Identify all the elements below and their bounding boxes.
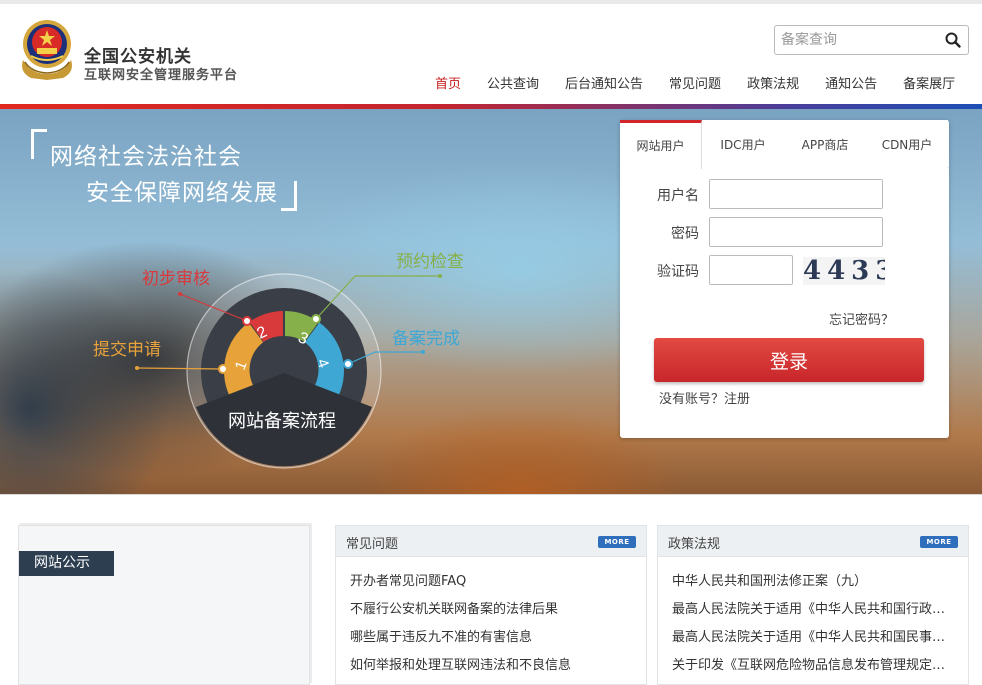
faq-link[interactable]: 开办者常见问题FAQ [350,574,466,589]
password-row: 密码 [620,217,949,247]
policy-link[interactable]: 最高人民法院关于适用《中华人民共和国行政诉讼法》的解释 [672,602,958,617]
list-item[interactable]: 如何举报和处理互联网违法和不良信息 [350,654,636,682]
main-nav: 首页 公共查询 后台通知公告 常见问题 政策法规 通知公告 备案展厅 [422,73,968,93]
step-3-label: 预约检查 [396,252,464,272]
faq-link[interactable]: 如何举报和处理互联网违法和不良信息 [350,658,571,673]
captcha-input[interactable] [709,255,793,285]
search-input[interactable] [775,26,935,54]
list-item[interactable]: 最高人民法院关于适用《中华人民共和国民事诉讼法》的解释 [672,626,958,654]
search-box [774,25,969,55]
policy-header: 政策法规 MORE [658,526,968,557]
faq-link[interactable]: 不履行公安机关联网备案的法律后果 [350,602,558,617]
tab-app-store[interactable]: APP商店 [784,120,866,168]
nav-policy[interactable]: 政策法规 [734,73,812,93]
flow-title: 网站备案流程 [228,411,336,432]
police-emblem-icon [22,20,72,80]
section-divider [0,494,982,495]
tab-cdn-user[interactable]: CDN用户 [866,120,948,168]
captcha-image[interactable]: 4433 [803,257,885,285]
list-item[interactable]: 哪些属于违反九不准的有害信息 [350,626,636,654]
login-panel: 网站用户 IDC用户 APP商店 CDN用户 用户名 密码 验证码 4433 忘… [620,120,949,438]
faq-panel: 常见问题 MORE 开办者常见问题FAQ 不履行公安机关联网备案的法律后果 哪些… [335,525,647,685]
list-item[interactable]: 中华人民共和国刑法修正案（九） [672,570,958,598]
user-type-tabs: 网站用户 IDC用户 APP商店 CDN用户 [620,120,949,169]
search-icon[interactable] [944,31,962,49]
list-item[interactable]: 开办者常见问题FAQ [350,570,636,598]
faq-more-button[interactable]: MORE [598,536,636,548]
policy-panel: 政策法规 MORE 中华人民共和国刑法修正案（九） 最高人民法院关于适用《中华人… [657,525,969,685]
username-row: 用户名 [620,179,949,209]
policy-more-button[interactable]: MORE [920,536,958,548]
site-notice-box: 网站公示 [18,525,310,685]
nav-showcase[interactable]: 备案展厅 [890,73,968,93]
register-link[interactable]: 没有账号？注册 [659,388,750,407]
login-button[interactable]: 登录 [654,338,924,382]
captcha-row: 验证码 4433 [620,255,949,285]
filing-process-diagram: 1 2 3 4 初步审核 预约检查 备案完成 提交申请 网站备案流程 [93,252,464,469]
policy-title: 政策法规 [668,537,721,552]
step-1-label: 提交申请 [93,340,161,360]
forgot-password-link[interactable]: 忘记密码？ [829,309,894,328]
site-notice-title: 网站公示 [19,551,114,576]
policy-link[interactable]: 中华人民共和国刑法修正案（九） [672,574,867,589]
step-2-label: 初步审核 [142,269,210,289]
list-item[interactable]: 关于印发《互联网危险物品信息发布管理规定》的通知 [672,654,958,682]
faq-header: 常见问题 MORE [336,526,646,557]
faq-list: 开办者常见问题FAQ 不履行公安机关联网备案的法律后果 哪些属于违反九不准的有害… [350,570,636,682]
nav-faq[interactable]: 常见问题 [656,73,734,93]
nav-notice[interactable]: 通知公告 [812,73,890,93]
captcha-label: 验证码 [657,264,699,280]
policy-list: 中华人民共和国刑法修正案（九） 最高人民法院关于适用《中华人民共和国行政诉讼法》… [672,570,958,682]
username-label: 用户名 [657,188,699,204]
nav-home[interactable]: 首页 [422,73,474,93]
policy-link[interactable]: 关于印发《互联网危险物品信息发布管理规定》的通知 [672,658,958,673]
list-item[interactable]: 最高人民法院关于适用《中华人民共和国行政诉讼法》的解释 [672,598,958,626]
nav-backend-notice[interactable]: 后台通知公告 [552,73,656,93]
policy-link[interactable]: 最高人民法院关于适用《中华人民共和国民事诉讼法》的解释 [672,630,958,645]
header: 全国公安机关 互联网安全管理服务平台 首页 公共查询 后台通知公告 常见问题 政… [0,4,982,104]
password-label: 密码 [671,226,699,242]
username-input[interactable] [709,179,883,209]
tab-website-user[interactable]: 网站用户 [620,120,702,169]
site-subtitle: 互联网安全管理服务平台 [84,68,239,83]
faq-title: 常见问题 [346,537,399,552]
tab-idc-user[interactable]: IDC用户 [702,120,784,168]
list-item[interactable]: 不履行公安机关联网备案的法律后果 [350,598,636,626]
nav-public-query[interactable]: 公共查询 [474,73,552,93]
step-4-label: 备案完成 [392,329,460,349]
faq-link[interactable]: 哪些属于违反九不准的有害信息 [350,630,532,645]
password-input[interactable] [709,217,883,247]
